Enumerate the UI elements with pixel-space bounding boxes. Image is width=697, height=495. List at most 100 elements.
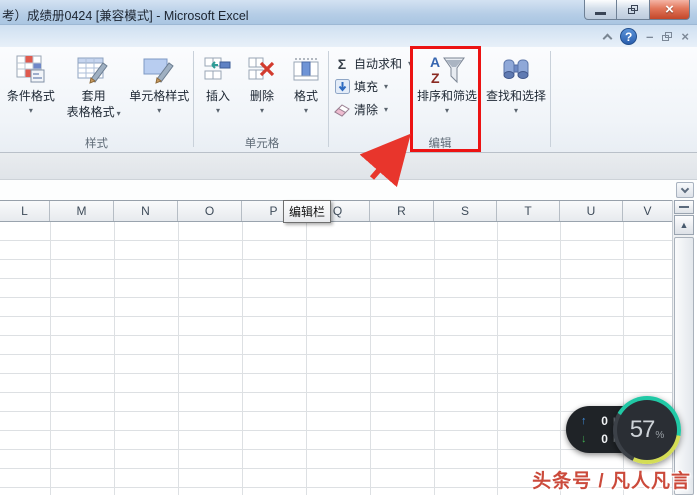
column-header[interactable]: R: [370, 201, 434, 221]
conditional-formatting-button[interactable]: 条件格式 ▾: [0, 47, 62, 122]
fill-icon: [334, 79, 350, 94]
delete-cells-button[interactable]: 删除 ▾: [240, 47, 284, 115]
collapse-ribbon-icon[interactable]: [603, 33, 613, 43]
conditional-formatting-icon: [16, 52, 46, 88]
column-header[interactable]: L: [0, 201, 50, 221]
button-label: 表格格式▾: [67, 104, 121, 122]
workbook-minimize-icon[interactable]: –: [646, 29, 653, 44]
find-select-icon: [501, 52, 531, 88]
scroll-up-button[interactable]: ▲: [674, 215, 694, 235]
chevron-down-icon: [681, 184, 689, 192]
fill-button[interactable]: 填充 ▾: [334, 75, 412, 98]
progress-ring[interactable]: 57 %: [613, 396, 681, 464]
dropdown-arrow-icon: ▾: [260, 107, 264, 115]
group-label-styles: 样式: [0, 135, 193, 151]
gridline: [114, 222, 115, 495]
column-header[interactable]: M: [50, 201, 114, 221]
button-label: 填充: [354, 78, 378, 95]
gridline: [560, 222, 561, 495]
close-button[interactable]: ×: [649, 0, 690, 20]
minimize-button[interactable]: [584, 0, 617, 20]
gridline: [497, 222, 498, 495]
group-divider: [193, 51, 194, 147]
close-icon: ×: [665, 1, 674, 18]
insert-cells-button[interactable]: 插入 ▾: [196, 47, 240, 115]
scrollbar-split-button[interactable]: [674, 200, 694, 214]
delete-cells-icon: [248, 52, 276, 88]
upload-speed-value: 0: [601, 414, 608, 428]
button-label-line2: 表格格式: [67, 105, 115, 119]
group-label-cells: 单元格: [196, 135, 328, 151]
column-headers: L M N O P Q R S T U V: [0, 200, 672, 222]
worksheet-grid[interactable]: [0, 222, 672, 495]
format-cells-icon: [292, 52, 320, 88]
gridline: [50, 222, 51, 495]
ribbon-group-styles: 条件格式 ▾ 套用 表格格式▾: [0, 47, 193, 152]
percent-sign: %: [655, 430, 664, 441]
workbook-controls: ? – ×: [604, 28, 689, 45]
svg-text:Z: Z: [431, 70, 440, 86]
insert-cells-icon: [204, 52, 232, 88]
format-as-table-button[interactable]: 套用 表格格式▾: [62, 47, 126, 122]
sort-filter-button[interactable]: A Z 排序和筛选 ▾: [412, 47, 482, 115]
button-label: 自动求和: [354, 55, 402, 72]
formula-bar-expand-button[interactable]: [676, 182, 694, 198]
autosum-button[interactable]: Σ 自动求和 ▾: [334, 52, 412, 75]
group-divider: [328, 51, 329, 147]
dropdown-arrow-icon: ▾: [384, 105, 388, 114]
formula-bar[interactable]: [0, 180, 697, 200]
button-label: 排序和筛选: [417, 88, 477, 104]
minimize-icon: [595, 12, 606, 15]
dropdown-arrow-icon: ▾: [304, 107, 308, 115]
button-label: 条件格式: [7, 88, 55, 104]
dropdown-arrow-icon: ▾: [29, 107, 33, 115]
column-header[interactable]: N: [114, 201, 178, 221]
watermark-text: 头条号 / 凡人凡言: [532, 466, 691, 493]
button-label: 清除: [354, 101, 378, 118]
restore-icon: [628, 5, 638, 14]
workbook-close-icon[interactable]: ×: [681, 29, 689, 44]
window-title: 考）成绩册0424 [兼容模式] - Microsoft Excel: [2, 5, 249, 24]
help-icon[interactable]: ?: [620, 28, 637, 45]
column-header[interactable]: S: [434, 201, 497, 221]
clear-button[interactable]: 清除 ▾: [334, 98, 412, 121]
workbook-restore-icon[interactable]: [662, 32, 672, 41]
button-label: 套用: [82, 88, 106, 104]
formula-bar-strip: [0, 153, 697, 180]
dropdown-arrow-icon: ▾: [384, 82, 388, 91]
ribbon-tab-strip: ? – ×: [0, 25, 697, 47]
column-header[interactable]: U: [560, 201, 623, 221]
column-header[interactable]: T: [497, 201, 560, 221]
download-speed-value: 0: [601, 432, 608, 446]
button-label: 单元格样式: [129, 88, 189, 104]
formula-bar-tooltip: 编辑栏: [283, 200, 331, 223]
dropdown-arrow-icon: ▾: [514, 107, 518, 115]
scrollbar-thumb[interactable]: [674, 237, 694, 495]
progress-percent: 57: [630, 416, 655, 444]
vertical-scrollbar[interactable]: ▲: [672, 200, 694, 495]
column-header[interactable]: O: [178, 201, 242, 221]
button-label: 插入: [206, 88, 230, 104]
clear-icon: [334, 103, 350, 117]
progress-ring-inner: 57 %: [617, 400, 677, 460]
button-label: 删除: [250, 88, 274, 104]
column-header[interactable]: V: [623, 201, 672, 221]
cell-styles-button[interactable]: 单元格样式 ▾: [125, 47, 193, 122]
download-arrow-icon: ↓: [581, 433, 587, 445]
ribbon: 条件格式 ▾ 套用 表格格式▾: [0, 47, 697, 153]
ribbon-group-cells: 插入 ▾ 删除 ▾: [196, 47, 328, 152]
group-label-editing: 编辑: [330, 135, 550, 151]
svg-text:A: A: [430, 54, 440, 70]
autosum-icon: Σ: [334, 56, 350, 72]
dropdown-arrow-icon: ▾: [157, 107, 161, 115]
window-caption-buttons: ×: [584, 0, 690, 20]
dropdown-arrow-icon: ▾: [117, 109, 121, 118]
format-cells-button[interactable]: 格式 ▾: [284, 47, 328, 115]
restore-button[interactable]: [617, 0, 649, 20]
gridline: [242, 222, 243, 495]
find-select-button[interactable]: 查找和选择 ▾: [482, 47, 550, 115]
format-as-table-icon: [77, 52, 110, 88]
gridline: [434, 222, 435, 495]
gridline: [370, 222, 371, 495]
button-label: 查找和选择: [486, 88, 546, 104]
